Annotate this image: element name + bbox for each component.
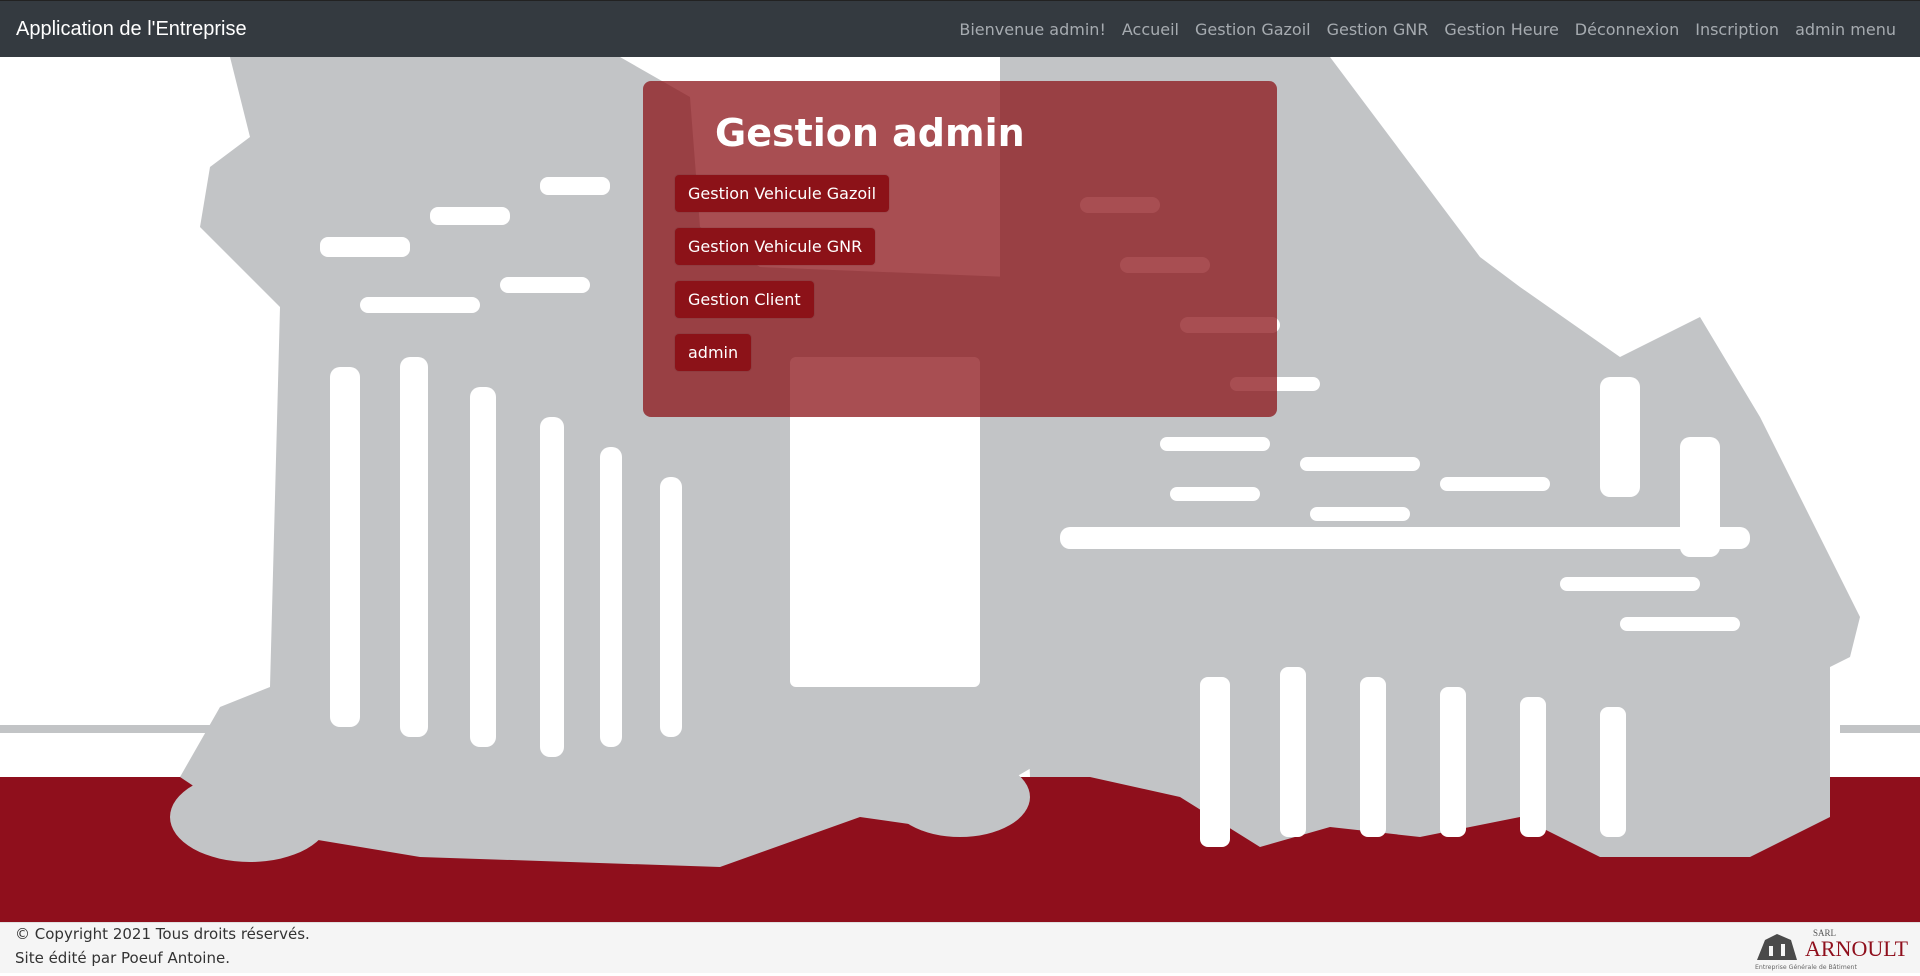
logo-name: ARNOULT (1805, 936, 1909, 961)
nav-gestion-gnr[interactable]: Gestion GNR (1327, 20, 1429, 39)
gestion-vehicule-gazoil-button[interactable]: Gestion Vehicule Gazoil (675, 175, 890, 212)
gestion-client-button[interactable]: Gestion Client (675, 281, 814, 318)
brand-title[interactable]: Application de l'Entreprise (16, 18, 247, 41)
nav-inscription[interactable]: Inscription (1695, 20, 1779, 39)
top-navbar: Application de l'Entreprise Bienvenue ad… (0, 0, 1920, 57)
nav-admin-menu[interactable]: admin menu (1795, 20, 1896, 39)
nav-gestion-heure[interactable]: Gestion Heure (1444, 20, 1558, 39)
page-title: Gestion admin (715, 111, 1025, 155)
arnoult-logo-image: SARL ARNOULT Entreprise Générale de Bâti… (1751, 926, 1916, 972)
admin-button[interactable]: admin (675, 334, 752, 371)
footer: © Copyright 2021 Tous droits réservés. S… (0, 922, 1920, 973)
copyright-text: © Copyright 2021 Tous droits réservés. (15, 925, 310, 943)
gestion-vehicule-gnr-button[interactable]: Gestion Vehicule GNR (675, 228, 876, 265)
company-logo: SARL ARNOULT Entreprise Générale de Bâti… (1751, 926, 1916, 972)
nav-links: Bienvenue admin! Accueil Gestion Gazoil … (959, 20, 1896, 39)
nav-accueil[interactable]: Accueil (1122, 20, 1179, 39)
edited-by-text: Site édité par Poeuf Antoine. (15, 949, 230, 967)
admin-panel-card: Gestion admin Gestion Vehicule Gazoil Ge… (643, 81, 1277, 417)
nav-deconnexion[interactable]: Déconnexion (1575, 20, 1679, 39)
nav-gestion-gazoil[interactable]: Gestion Gazoil (1195, 20, 1311, 39)
logo-tagline: Entreprise Générale de Bâtiment (1755, 963, 1857, 971)
nav-welcome[interactable]: Bienvenue admin! (959, 20, 1105, 39)
